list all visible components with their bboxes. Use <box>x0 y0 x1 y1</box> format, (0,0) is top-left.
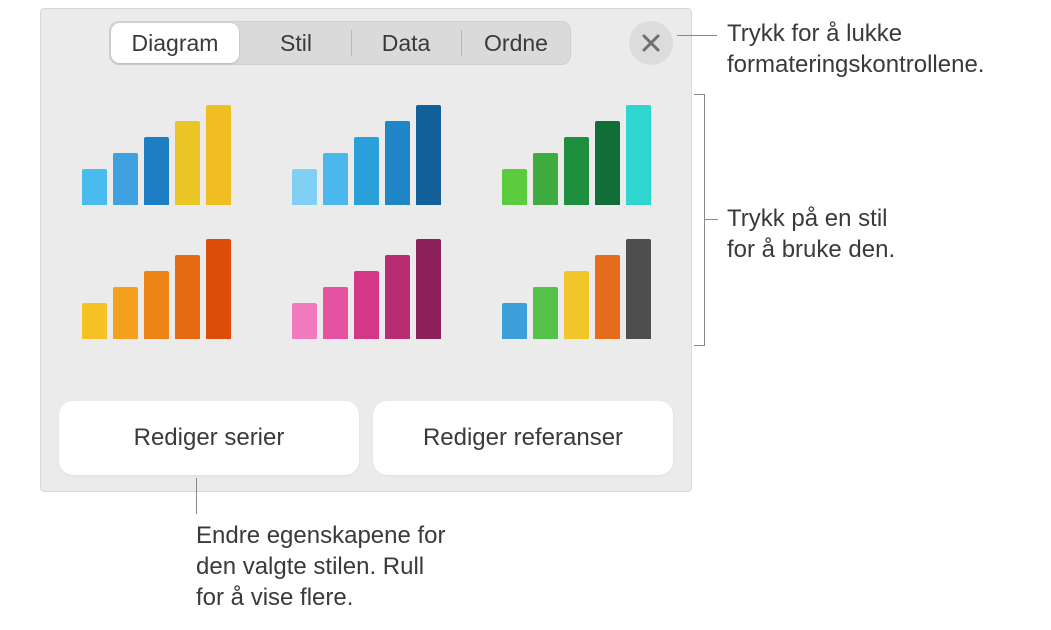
style-green[interactable] <box>501 105 651 205</box>
style-orange[interactable] <box>81 239 231 339</box>
bar <box>144 271 169 339</box>
bar <box>113 153 138 205</box>
button-label: Rediger referanser <box>423 424 623 452</box>
tab-diagram[interactable]: Diagram <box>111 23 239 63</box>
bar <box>354 271 379 339</box>
bar <box>595 255 620 339</box>
bar <box>82 303 107 339</box>
tab-label: Stil <box>280 30 312 57</box>
bottom-button-row: Rediger serier Rediger referanser <box>59 401 673 475</box>
bar <box>175 121 200 205</box>
tab-label: Diagram <box>132 30 219 57</box>
bar <box>175 255 200 339</box>
bar <box>354 137 379 205</box>
bar <box>595 121 620 205</box>
chart-format-panel: Diagram Stil Data Ordne <box>40 8 692 492</box>
style-blue-yellow[interactable] <box>81 105 231 205</box>
callout-bottom: Endre egenskapene for den valgte stilen.… <box>196 520 446 614</box>
bar <box>82 169 107 205</box>
button-label: Rediger serier <box>134 424 285 452</box>
callout-connector <box>677 35 717 36</box>
bar <box>144 137 169 205</box>
bar <box>626 239 651 339</box>
tab-bar: Diagram Stil Data Ordne <box>109 21 571 65</box>
bar <box>626 105 651 205</box>
bar <box>206 239 231 339</box>
bar <box>323 287 348 339</box>
tab-label: Data <box>382 30 431 57</box>
tab-data[interactable]: Data <box>351 21 461 65</box>
tab-label: Ordne <box>484 30 548 57</box>
bar <box>385 255 410 339</box>
bar <box>533 153 558 205</box>
edit-series-button[interactable]: Rediger serier <box>59 401 359 475</box>
tab-ordne[interactable]: Ordne <box>461 21 571 65</box>
bar <box>206 105 231 205</box>
bar <box>113 287 138 339</box>
bar <box>502 303 527 339</box>
bar <box>292 169 317 205</box>
bar <box>416 105 441 205</box>
callout-bracket <box>694 94 705 346</box>
close-button[interactable] <box>629 21 673 65</box>
bar <box>502 169 527 205</box>
bar <box>564 137 589 205</box>
bar <box>564 271 589 339</box>
style-pink[interactable] <box>291 239 441 339</box>
bar <box>292 303 317 339</box>
style-blue[interactable] <box>291 105 441 205</box>
edit-references-button[interactable]: Rediger referanser <box>373 401 673 475</box>
callout-connector <box>705 219 718 220</box>
tabs-row: Diagram Stil Data Ordne <box>41 21 691 69</box>
style-mixed[interactable] <box>501 239 651 339</box>
callout-close: Trykk for å lukke formateringskontrollen… <box>727 18 984 80</box>
bar <box>416 239 441 339</box>
chart-style-grid <box>69 95 663 339</box>
tab-stil[interactable]: Stil <box>241 21 351 65</box>
callout-connector <box>196 478 197 514</box>
bar <box>533 287 558 339</box>
close-icon <box>641 33 661 53</box>
callout-style: Trykk på en stil for å bruke den. <box>727 203 895 265</box>
bar <box>323 153 348 205</box>
bar <box>385 121 410 205</box>
